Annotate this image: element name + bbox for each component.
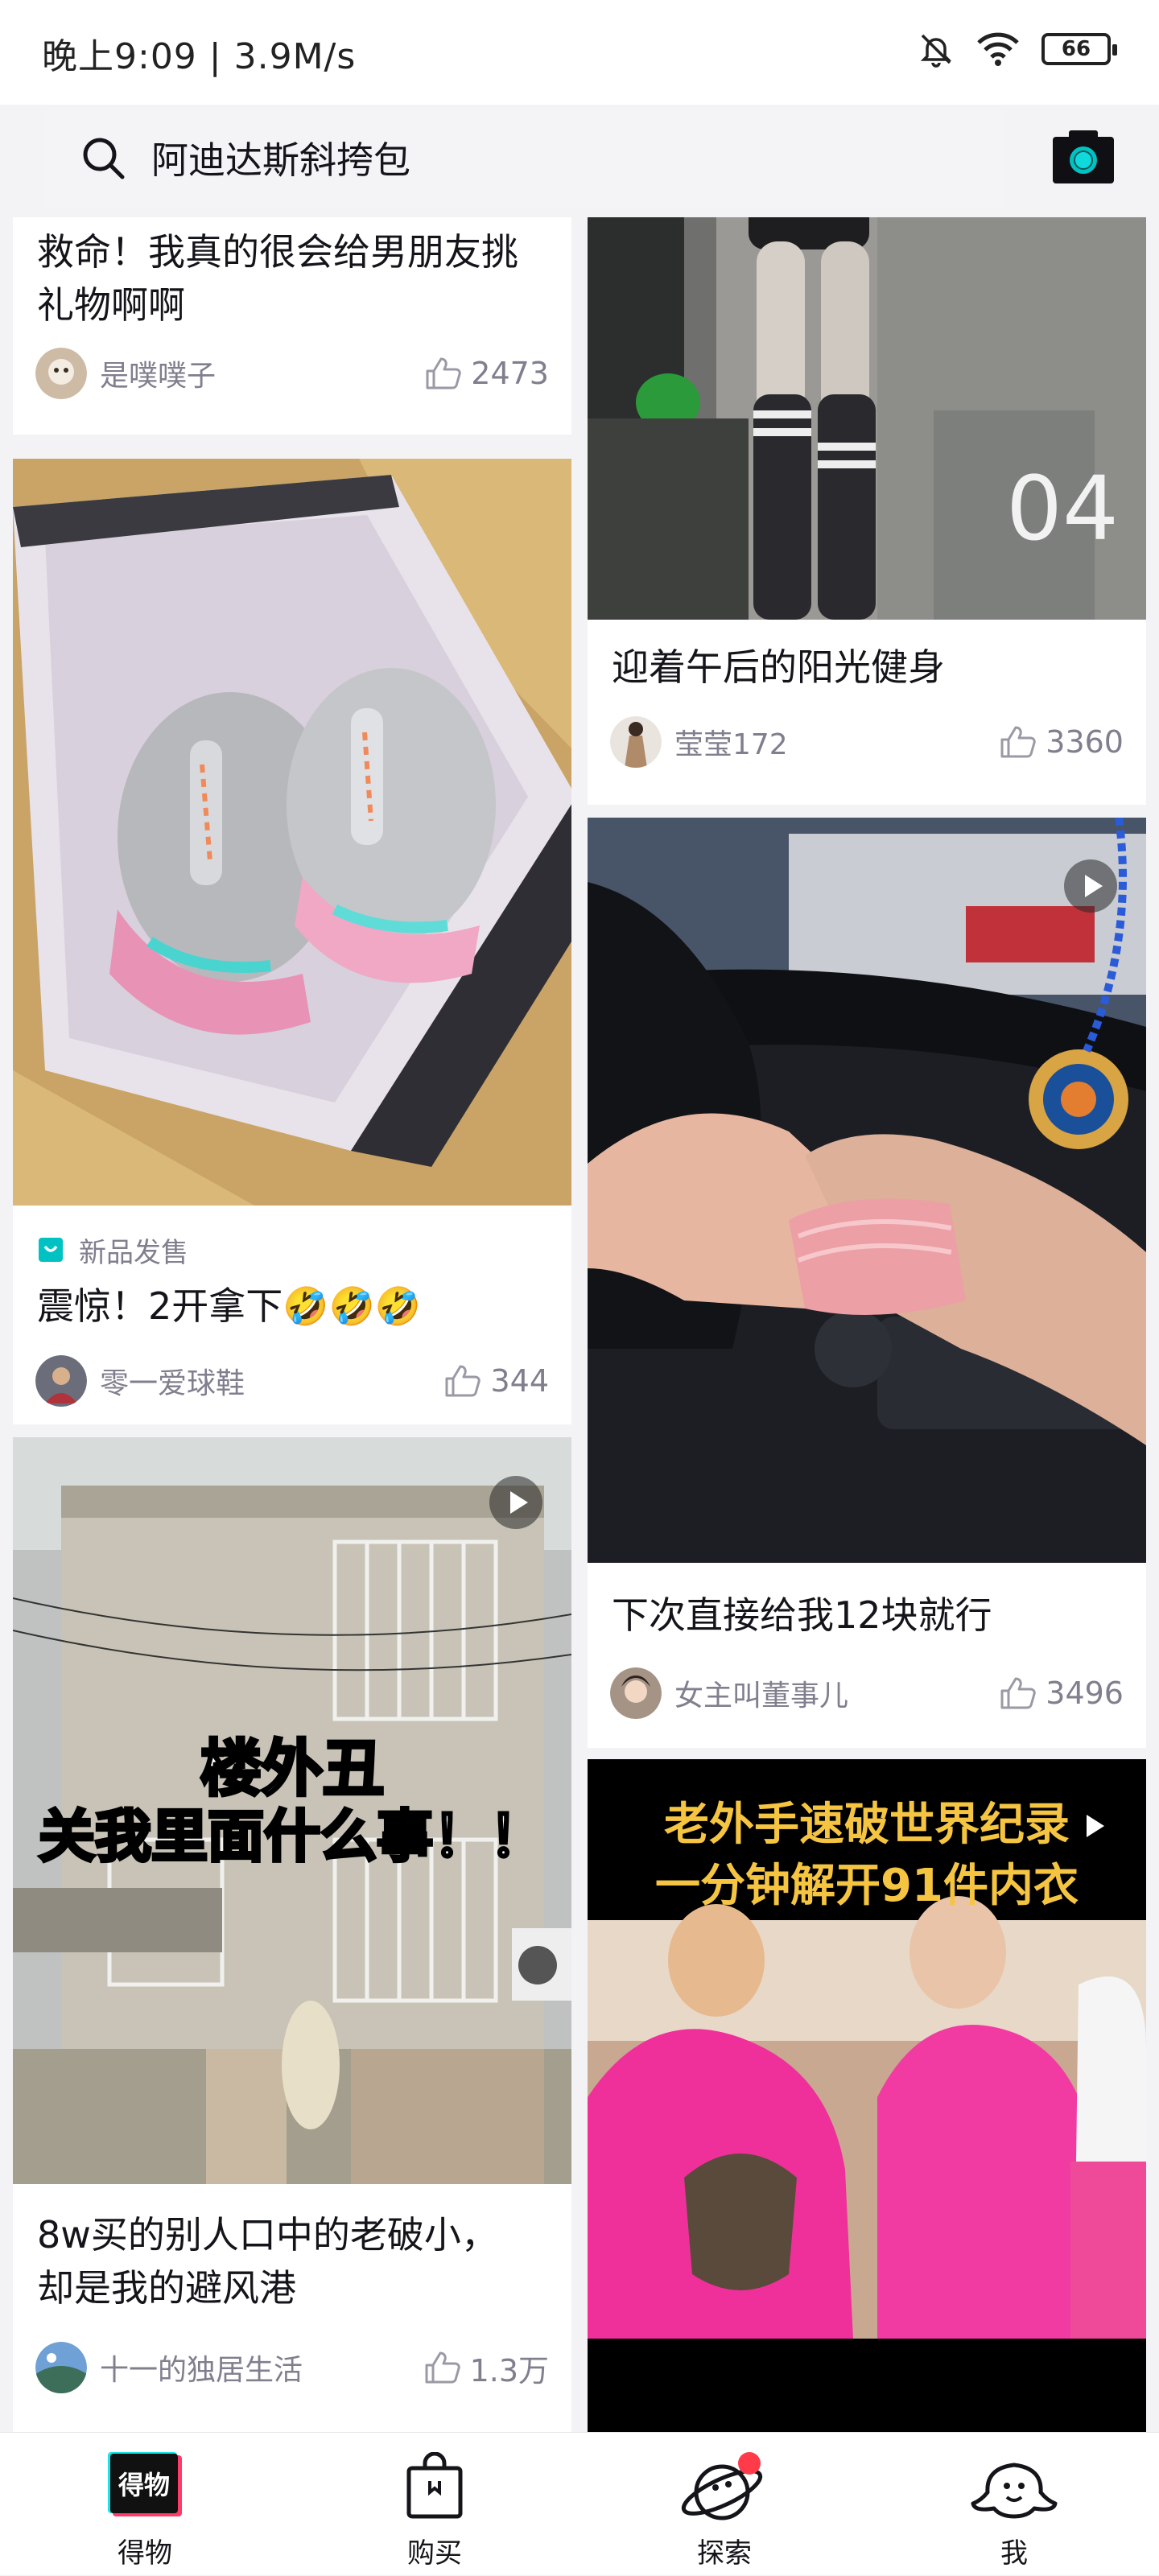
like-count: 3496	[1046, 1675, 1124, 1711]
tab-label: 得物	[118, 2537, 172, 2570]
card-meta: 零一爱球鞋 344	[35, 1355, 549, 1407]
card-title-line1: 8w买的别人口中的老破小，	[37, 2213, 498, 2257]
avatar[interactable]	[35, 348, 87, 399]
photo-number: 04	[1006, 457, 1119, 560]
card-meta: 十一的独居生活 1.3万	[35, 2342, 549, 2393]
tab-label: 购买	[407, 2537, 462, 2570]
shopping-bag-icon	[406, 2452, 463, 2519]
status-bar: 晚上9:09 | 3.9M/s 66	[0, 0, 1159, 105]
card-title: 震惊！2开拿下🤣🤣🤣	[37, 1284, 422, 1328]
card-title-line2: 却是我的避风港	[37, 2266, 296, 2310]
avatar[interactable]	[35, 2342, 87, 2393]
card-image-sneakers	[13, 459, 571, 1206]
card-title: 迎着午后的阳光健身	[612, 645, 945, 689]
feed-card[interactable]: 新品发售 震惊！2开拿下🤣🤣🤣 零一爱球鞋 344	[13, 459, 571, 1424]
like-button[interactable]: 344	[443, 1363, 549, 1399]
feed-card[interactable]: 救命！我真的很会给男朋友挑礼物啊啊 是噗噗子 2473	[13, 217, 571, 435]
tag-row: 新品发售	[37, 1230, 188, 1270]
feed-card[interactable]: 老外手速破世界纪录 一分钟解开91件内衣	[588, 1759, 1146, 2432]
avatar[interactable]	[610, 716, 662, 768]
like-count: 1.3万	[469, 2352, 549, 2388]
svg-text:得物: 得物	[118, 2470, 170, 2500]
tab-label: 我	[1000, 2537, 1028, 2570]
bottom-tab-bar: 得物 得物 购买 探索 我	[0, 2432, 1159, 2575]
thumb-up-icon	[425, 2351, 460, 2384]
tab-me[interactable]: 我	[869, 2433, 1159, 2576]
tab-explore[interactable]: 探索	[580, 2433, 869, 2576]
search-icon	[83, 138, 125, 179]
like-button[interactable]: 1.3万	[423, 2346, 549, 2390]
tab-home[interactable]: 得物 得物	[0, 2433, 290, 2576]
like-button[interactable]: 2473	[424, 356, 549, 391]
ghost-profile-icon	[971, 2463, 1058, 2519]
thumb-up-icon	[445, 1365, 481, 1397]
tag-label: 新品发售	[79, 1236, 188, 1269]
video-caption-line1: 老外手速破世界纪录	[664, 1799, 1070, 1851]
video-overlay-line2: 关我里面什么事！！	[37, 1802, 547, 1871]
card-meta: 女主叫董事儿 3496	[610, 1667, 1124, 1719]
author-name[interactable]: 是噗噗子	[100, 352, 424, 394]
card-image-car	[588, 818, 1146, 1563]
author-name[interactable]: 女主叫董事儿	[674, 1672, 999, 1714]
thumb-up-icon	[1000, 1677, 1037, 1709]
avatar[interactable]	[35, 1355, 87, 1407]
search-query: 阿迪达斯斜挎包	[151, 138, 410, 182]
new-release-tag-icon	[39, 1238, 63, 1262]
search-bar[interactable]: 阿迪达斯斜挎包	[45, 108, 1003, 208]
like-count: 2473	[471, 356, 549, 391]
card-meta: 莹莹172 3360	[610, 716, 1124, 768]
feed-card[interactable]: 楼外丑 关我里面什么事！！ 8w买的别人口中的老破小， 却是我的避风港 十一的独…	[13, 1437, 571, 2432]
card-title: 救命！我真的很会给男朋友挑礼物啊啊	[37, 230, 518, 327]
author-name[interactable]: 十一的独居生活	[100, 2347, 423, 2388]
card-title: 下次直接给我12块就行	[612, 1593, 992, 1637]
tab-label: 探索	[697, 2537, 752, 2570]
avatar[interactable]	[610, 1667, 662, 1719]
video-play-icon[interactable]	[1064, 859, 1117, 913]
like-button[interactable]: 3360	[999, 724, 1124, 760]
battery-indicator: 66	[1041, 33, 1117, 65]
like-button[interactable]: 3496	[999, 1675, 1124, 1711]
feed-card[interactable]: 下次直接给我12块就行 女主叫董事儿 3496	[588, 818, 1146, 1748]
status-time-speed: 晚上9:09 | 3.9M/s	[42, 36, 357, 77]
dewu-logo-icon: 得物	[108, 2452, 182, 2516]
thumb-up-icon	[1000, 726, 1037, 758]
mute-bell-icon	[920, 34, 952, 68]
wifi-icon	[977, 32, 1019, 66]
video-caption-line2: 一分钟解开91件内衣	[655, 1860, 1079, 1912]
thumb-up-icon	[426, 357, 462, 389]
camera-scan-icon[interactable]	[1051, 129, 1116, 185]
card-image-fitness: 04	[588, 217, 1146, 620]
planet-icon	[681, 2452, 763, 2520]
video-play-icon[interactable]	[489, 1476, 542, 1529]
like-count: 3360	[1046, 724, 1124, 760]
like-count: 344	[490, 1363, 549, 1399]
author-name[interactable]: 莹莹172	[674, 721, 999, 763]
author-name[interactable]: 零一爱球鞋	[100, 1360, 443, 1402]
feed-card[interactable]: 04 迎着午后的阳光健身 莹莹172 3360	[588, 217, 1146, 805]
video-play-icon[interactable]	[1066, 1799, 1119, 1853]
card-meta: 是噗噗子 2473	[35, 348, 549, 399]
status-icons: 66	[918, 31, 1117, 68]
tab-buy[interactable]: 购买	[290, 2433, 580, 2576]
content-feed[interactable]: 救命！我真的很会给男朋友挑礼物啊啊 是噗噗子 2473 新品发售 震惊！2开拿下…	[0, 217, 1159, 2432]
